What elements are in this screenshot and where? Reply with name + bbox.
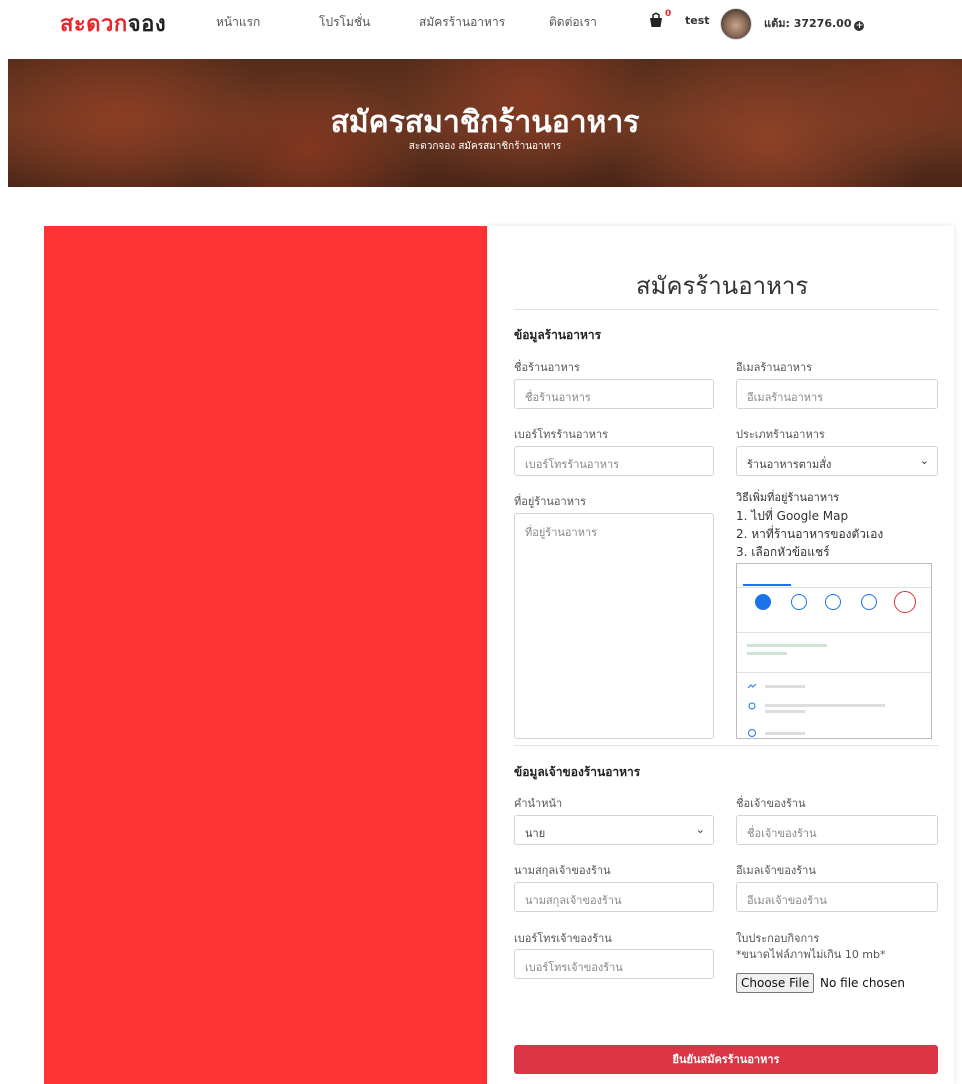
- nav-home[interactable]: หน้าแรก: [216, 13, 260, 32]
- restaurant-type-select[interactable]: ร้านอาหารตามสั่ง ⌄: [736, 446, 938, 476]
- register-form-card: สมัครร้านอาหาร ข้อมูลร้านอาหาร ชื่อร้านอ…: [488, 226, 954, 1084]
- hero-banner: สมัครสมาชิกร้านอาหาร สะดวกจอง สมัครสมาชิ…: [8, 59, 962, 187]
- chevron-down-icon: ⌄: [919, 454, 929, 467]
- plus-circle-icon[interactable]: +: [854, 21, 865, 31]
- google-map-share-tutorial-image: [736, 563, 932, 739]
- owner-prefix-value: นาย: [525, 827, 546, 840]
- restaurant-address-label: ที่อยู่ร้านอาหาร: [514, 495, 587, 508]
- restaurant-phone-input[interactable]: เบอร์โทรร้านอาหาร: [514, 446, 714, 476]
- restaurant-phone-label: เบอร์โทรร้านอาหาร: [514, 428, 609, 441]
- restaurant-section-title: ข้อมูลร้านอาหาร: [514, 328, 602, 342]
- restaurant-type-label: ประเภทร้านอาหาร: [736, 428, 825, 441]
- brand-part1: สะดวก: [60, 12, 128, 37]
- restaurant-address-textarea[interactable]: ที่อยู่ร้านอาหาร: [514, 513, 714, 739]
- owner-lastname-label: นามสกุลเจ้าของร้าน: [514, 864, 611, 877]
- license-size-note: *ขนาดไฟล์ภาพไม่เกิน 10 mb*: [736, 948, 886, 961]
- owner-prefix-select[interactable]: นาย ⌄: [514, 815, 714, 845]
- divider: [514, 745, 939, 746]
- owner-prefix-label: คำนำหน้า: [514, 797, 563, 810]
- credit-balance[interactable]: แต้ม: 37276.00 +: [764, 14, 865, 32]
- choose-file-button[interactable]: Choose File: [736, 973, 815, 993]
- restaurant-name-label: ชื่อร้านอาหาร: [514, 361, 580, 374]
- howto-title: วิธีเพิ่มที่อยู่ร้านอาหาร: [736, 491, 840, 504]
- restaurant-type-value: ร้านอาหารตามสั่ง: [747, 458, 832, 471]
- restaurant-name-input[interactable]: ชื่อร้านอาหาร: [514, 379, 714, 409]
- brand-logo[interactable]: สะดวกจอง: [60, 6, 166, 41]
- restaurant-email-input[interactable]: อีเมลร้านอาหาร: [736, 379, 938, 409]
- cart-count-badge: 0: [665, 9, 672, 19]
- owner-firstname-input[interactable]: ชื่อเจ้าของร้าน: [736, 815, 938, 845]
- nav-register-restaurant[interactable]: สมัครร้านอาหาร: [419, 13, 505, 32]
- owner-email-label: อีเมลเจ้าของร้าน: [736, 864, 816, 877]
- cart-icon[interactable]: [647, 12, 665, 28]
- breadcrumb: สะดวกจอง สมัครสมาชิกร้านอาหาร: [408, 141, 562, 152]
- navbar: สะดวกจอง หน้าแรก โปรโมชั่น สมัครร้านอาหา…: [0, 0, 962, 44]
- chevron-down-icon: ⌄: [695, 823, 705, 836]
- file-status-text: No file chosen: [820, 976, 906, 990]
- avatar[interactable]: [720, 8, 752, 40]
- owner-phone-input[interactable]: เบอร์โทรเจ้าของร้าน: [514, 949, 714, 979]
- howto-step-2: 2. หาที่ร้านอาหารของตัวเอง: [736, 527, 884, 541]
- owner-section-title: ข้อมูลเจ้าของร้านอาหาร: [514, 765, 641, 779]
- divider: [514, 309, 939, 310]
- submit-register-button[interactable]: ยืนยันสมัครร้านอาหาร: [514, 1045, 938, 1074]
- owner-firstname-label: ชื่อเจ้าของร้าน: [736, 797, 806, 810]
- left-image-panel: [44, 226, 487, 1084]
- owner-phone-label: เบอร์โทรเจ้าของร้าน: [514, 932, 612, 945]
- nav-contact[interactable]: ติดต่อเรา: [549, 13, 597, 32]
- form-title: สมัครร้านอาหาร: [636, 272, 809, 300]
- restaurant-email-label: อีเมลร้านอาหาร: [736, 361, 813, 374]
- nav-promotion[interactable]: โปรโมชั่น: [319, 13, 370, 32]
- owner-lastname-input[interactable]: นามสกุลเจ้าของร้าน: [514, 882, 714, 912]
- brand-part2: จอง: [127, 12, 167, 37]
- credit-label: แต้ม: 37276.00: [764, 17, 852, 30]
- howto-step-3: 3. เลือกหัวข้อแชร์: [736, 545, 830, 559]
- owner-email-input[interactable]: อีเมลเจ้าของร้าน: [736, 882, 938, 912]
- howto-step-1: 1. ไปที่ Google Map: [736, 509, 849, 523]
- user-name[interactable]: test: [685, 14, 710, 27]
